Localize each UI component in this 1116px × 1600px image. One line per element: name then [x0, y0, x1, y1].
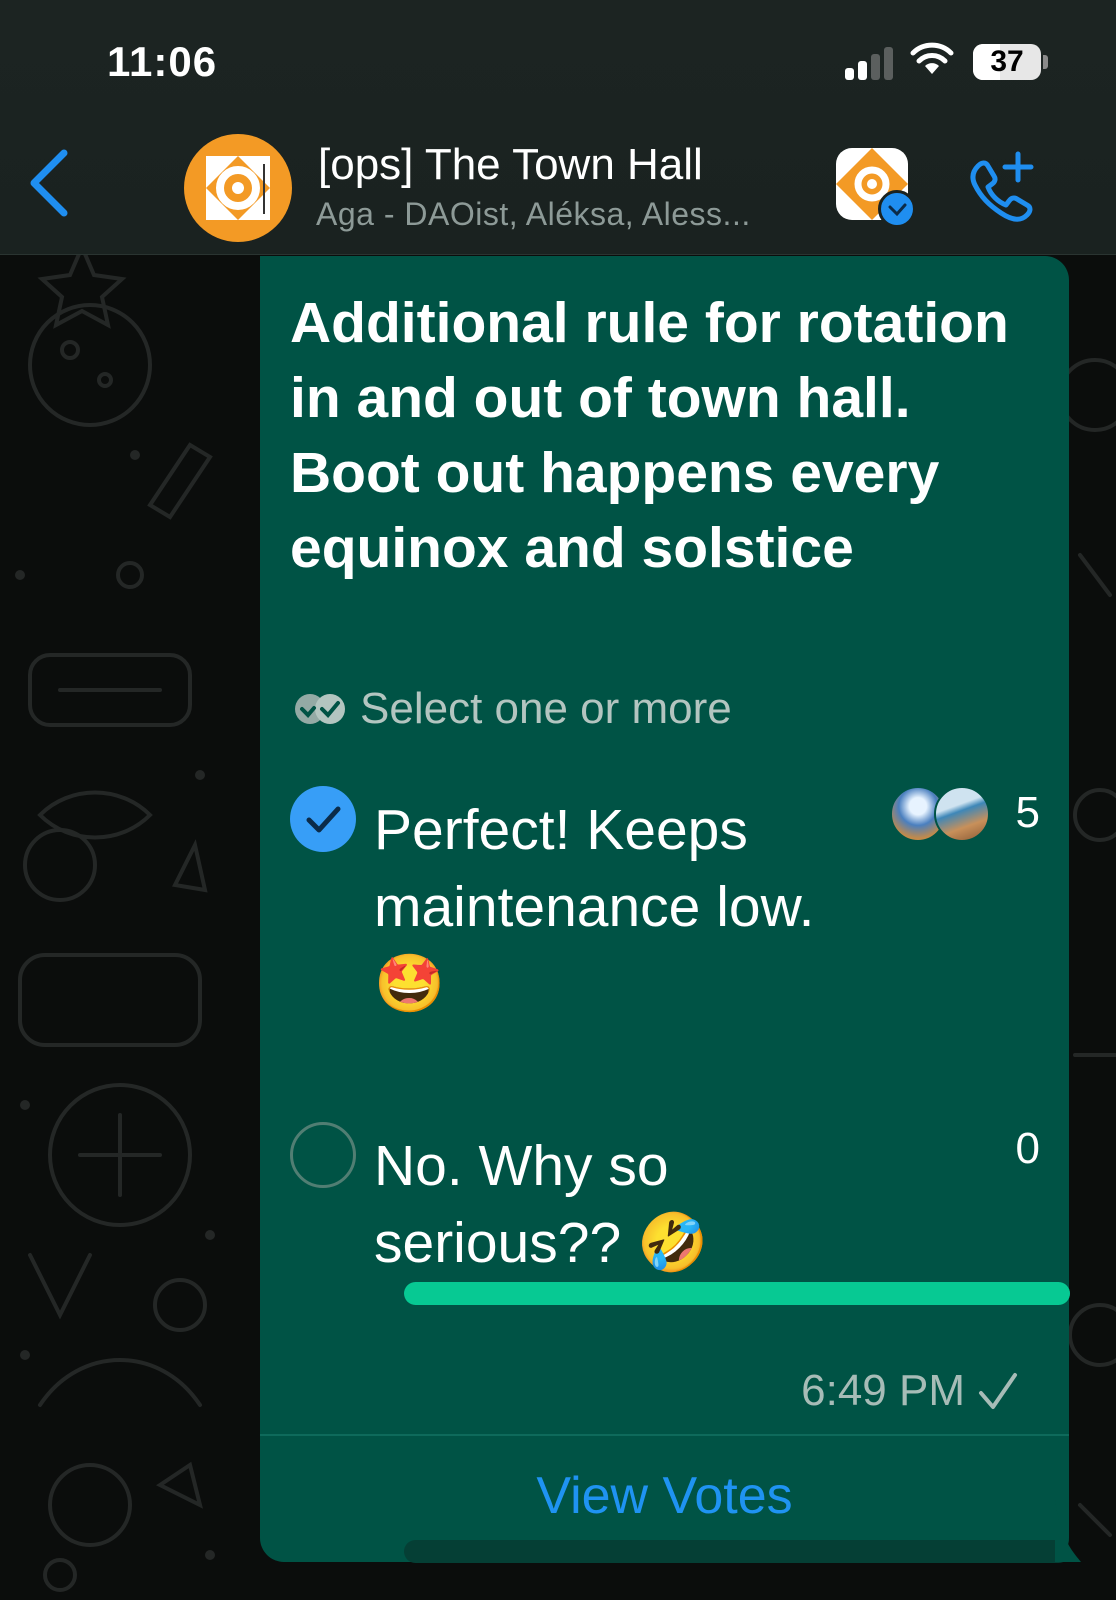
back-chevron-icon[interactable]: [24, 147, 74, 219]
vote-count: 5: [1015, 788, 1040, 837]
read-tick-icon: [979, 1373, 1017, 1409]
chat-members[interactable]: Aga - DAOist, Aléksa, Aless...: [316, 196, 751, 233]
message-timestamp: 6:49 PM: [801, 1366, 1019, 1416]
poll-question: Additional rule for rotation in and out …: [290, 291, 1009, 580]
poll-hint-text: Select one or more: [360, 684, 732, 733]
bubble-tail: [1055, 1500, 1081, 1562]
vote-bar-fill: [404, 1282, 1070, 1305]
cellular-signal-icon: [845, 46, 895, 80]
vote-bar-track: [404, 1540, 1070, 1563]
timestamp-text: 6:49 PM: [801, 1366, 965, 1415]
voter-avatar: [934, 786, 990, 842]
verified-icon: [878, 190, 916, 228]
add-call-icon[interactable]: [966, 150, 1038, 222]
option-selected-check[interactable]: [290, 786, 356, 852]
top-bar: 11:06 37 [ops] The Town Hall Aga - DAOis…: [0, 0, 1116, 255]
option-text: Perfect! Keeps maintenance low. 🤩: [374, 798, 815, 1016]
bubble-divider: [260, 1434, 1069, 1436]
checkmark-icon: [306, 806, 341, 833]
view-votes-button[interactable]: View Votes: [260, 1466, 1069, 1526]
poll-message-bubble: Additional rule for rotation in and out …: [260, 256, 1070, 1563]
group-avatar[interactable]: [184, 134, 292, 242]
double-check-icon: [295, 694, 345, 724]
status-time: 11:06: [107, 38, 218, 85]
chat-title[interactable]: [ops] The Town Hall: [318, 140, 703, 190]
option-text: No. Why so serious?? 🤣: [374, 1134, 708, 1275]
battery-indicator: 37: [973, 44, 1041, 80]
voter-avatars: [890, 786, 990, 842]
vote-bar-track: [404, 1282, 1070, 1305]
vote-count: 0: [1015, 1124, 1040, 1173]
poll-hint: Select one or more: [292, 684, 732, 734]
option-unselected-circle[interactable]: [290, 1122, 356, 1188]
wifi-icon: [910, 42, 954, 74]
battery-nub: [1043, 55, 1048, 69]
battery-level: 37: [990, 45, 1024, 78]
